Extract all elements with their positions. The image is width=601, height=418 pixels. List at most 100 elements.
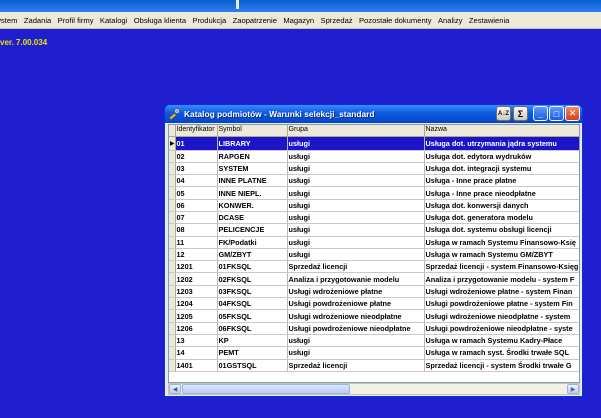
cell-identyfikator[interactable]: 03 bbox=[175, 162, 218, 176]
window-titlebar[interactable]: Katalog podmiotów - Warunki selekcji_sta… bbox=[165, 105, 582, 123]
cell-grupa[interactable]: usługi bbox=[287, 346, 425, 360]
cell-symbol[interactable]: 05FKSQL bbox=[217, 309, 288, 323]
menu-item-obsluga-klienta[interactable]: Obsługa klienta bbox=[131, 16, 190, 25]
table-row[interactable]: 1203 03FKSQL Usługi wdrożeniowe płatne Usłu… bbox=[169, 285, 579, 299]
menu-item-zestawienia[interactable]: Zestawienia bbox=[466, 16, 513, 25]
cell-nazwa[interactable]: Usługa dot. edytora wydruków bbox=[424, 150, 579, 163]
cell-symbol[interactable]: 03FKSQL bbox=[217, 285, 288, 299]
cell-grupa[interactable]: usługi bbox=[287, 186, 425, 200]
close-button[interactable]: ✕ bbox=[565, 106, 580, 121]
table-row[interactable]: 08 PELICENCJE usługi Usługa dot. systemu ob… bbox=[169, 223, 579, 237]
column-header-nazwa[interactable]: Nazwa bbox=[424, 125, 579, 137]
cell-grupa[interactable]: Sprzedaż licencji bbox=[287, 260, 425, 274]
scrollbar-thumb[interactable] bbox=[182, 384, 350, 394]
cell-identyfikator[interactable]: 13 bbox=[175, 334, 218, 348]
cell-symbol[interactable]: DCASE bbox=[217, 211, 288, 225]
cell-grupa[interactable]: usługi bbox=[287, 211, 425, 225]
cell-nazwa[interactable]: Analiza i przygotowanie modelu - system … bbox=[424, 272, 579, 286]
cell-nazwa[interactable]: Usługa dot. systemu obsługi licencji bbox=[424, 223, 579, 237]
cell-identyfikator[interactable]: 12 bbox=[175, 248, 218, 262]
cell-grupa[interactable]: usługi bbox=[287, 136, 425, 151]
menu-item-sprzedaz[interactable]: Sprzedaż bbox=[317, 16, 355, 25]
cell-symbol[interactable]: KP bbox=[217, 334, 288, 348]
cell-nazwa[interactable]: Usługa w ramach Systemu Kadry-Płace bbox=[424, 334, 579, 348]
sum-button[interactable]: Σ bbox=[513, 106, 528, 121]
column-header-symbol[interactable]: Symbol bbox=[217, 125, 288, 137]
cell-identyfikator[interactable]: 1202 bbox=[175, 272, 218, 286]
cell-nazwa[interactable]: Usługi powdrożeniowe nieodpłatne - syste bbox=[424, 322, 579, 335]
cell-identyfikator[interactable]: 1201 bbox=[175, 260, 218, 274]
table-row[interactable]: 13 KP usługi Usługa w ramach Systemu Kadry-… bbox=[169, 334, 579, 348]
cell-grupa[interactable]: Usługi powdrożeniowe płatne bbox=[287, 297, 425, 311]
table-row[interactable]: 1201 01FKSQL Sprzedaż licencji Sprzedaż lic… bbox=[169, 260, 579, 274]
table-row[interactable]: 03 SYSTEM usługi Usługa dot. integracji sys… bbox=[169, 162, 579, 176]
cell-nazwa[interactable]: Sprzedaż licencji - system Finansowo-Ksi… bbox=[424, 260, 579, 274]
cell-symbol[interactable]: LIBRARY bbox=[217, 136, 288, 151]
cell-nazwa[interactable]: Usługi powdrożeniowe płatne - system Fin bbox=[424, 297, 579, 311]
cell-grupa[interactable]: usługi bbox=[287, 162, 425, 176]
cell-grupa[interactable]: usługi bbox=[287, 248, 425, 262]
cell-nazwa[interactable]: Usługa dot. konwersji danych bbox=[424, 199, 579, 212]
cell-grupa[interactable]: Sprzedaż licencji bbox=[287, 359, 425, 372]
column-header-grupa[interactable]: Grupa bbox=[287, 125, 425, 137]
cell-identyfikator[interactable]: 11 bbox=[175, 236, 218, 249]
cell-grupa[interactable]: usługi bbox=[287, 236, 425, 249]
cell-identyfikator[interactable]: 01 bbox=[175, 136, 218, 151]
cell-symbol[interactable]: PEMT bbox=[217, 346, 288, 360]
cell-identyfikator[interactable]: 05 bbox=[175, 186, 218, 200]
cell-grupa[interactable]: usługi bbox=[287, 223, 425, 237]
table-row[interactable]: 1401 01GSTSQL Sprzedaż licencji Sprzedaż li… bbox=[169, 359, 579, 372]
table-row[interactable]: 06 KONWER. usługi Usługa dot. konwersji dan… bbox=[169, 199, 579, 212]
menu-item-profil-firmy[interactable]: Profil firmy bbox=[54, 16, 96, 25]
table-row[interactable]: 1202 02FKSQL Analiza i przygotowanie model… bbox=[169, 272, 579, 286]
cell-grupa[interactable]: usługi bbox=[287, 174, 425, 188]
cell-identyfikator[interactable]: 14 bbox=[175, 346, 218, 360]
cell-symbol[interactable]: 02FKSQL bbox=[217, 272, 288, 286]
maximize-button[interactable]: □ bbox=[549, 106, 564, 121]
cell-grupa[interactable]: usługi bbox=[287, 199, 425, 212]
table-row[interactable]: 12 GM/ZBYT usługi Usługa w ramach Systemu G… bbox=[169, 248, 579, 262]
cell-symbol[interactable]: 06FKSQL bbox=[217, 322, 288, 335]
cell-nazwa[interactable]: Sprzedaż licencji - system Środki trwałe… bbox=[424, 359, 579, 372]
cell-symbol[interactable]: GM/ZBYT bbox=[217, 248, 288, 262]
cell-symbol[interactable]: INNE NIEPL. bbox=[217, 186, 288, 200]
table-row[interactable]: 11 FK/Podatki usługi Usługa w ramach System… bbox=[169, 236, 579, 249]
cell-identyfikator[interactable]: 08 bbox=[175, 223, 218, 237]
cell-grupa[interactable]: Analiza i przygotowanie modelu bbox=[287, 272, 425, 286]
cell-grupa[interactable]: Usługi wdrożeniowe płatne bbox=[287, 285, 425, 299]
table-row[interactable]: ▶ 01 LIBRARY usługi Usługa dot. utrzymania j… bbox=[169, 136, 579, 151]
cell-symbol[interactable]: 04FKSQL bbox=[217, 297, 288, 311]
menu-item-magazyn[interactable]: Magazyn bbox=[280, 16, 317, 25]
cell-symbol[interactable]: SYSTEM bbox=[217, 162, 288, 176]
scroll-left-button[interactable]: ◀ bbox=[169, 384, 181, 394]
horizontal-scrollbar[interactable]: ◀ ▶ bbox=[168, 383, 580, 395]
cell-grupa[interactable]: usługi bbox=[287, 150, 425, 163]
menu-item-pozostale-dokumenty[interactable]: Pozostałe dokumenty bbox=[356, 16, 435, 25]
cell-identyfikator[interactable]: 02 bbox=[175, 150, 218, 163]
minimize-button[interactable]: _ bbox=[533, 106, 548, 121]
table-row[interactable]: 1204 04FKSQL Usługi powdrożeniowe płatne Us… bbox=[169, 297, 579, 311]
cell-symbol[interactable]: KONWER. bbox=[217, 199, 288, 212]
cell-nazwa[interactable]: Usługa w ramach syst. Środki trwałe SQL bbox=[424, 346, 579, 360]
table-row[interactable]: 02 RAPGEN usługi Usługa dot. edytora wydruk… bbox=[169, 150, 579, 163]
cell-identyfikator[interactable]: 1401 bbox=[175, 359, 218, 372]
cell-symbol[interactable]: RAPGEN bbox=[217, 150, 288, 163]
scroll-right-button[interactable]: ▶ bbox=[567, 384, 579, 394]
cell-nazwa[interactable]: Usługa dot. utrzymania jądra systemu bbox=[424, 136, 579, 151]
cell-identyfikator[interactable]: 07 bbox=[175, 211, 218, 225]
cell-grupa[interactable]: Usługi wdrożeniowe nieodpłatne bbox=[287, 309, 425, 323]
cell-nazwa[interactable]: Usługi wdrożeniowe nieodpłatne - system bbox=[424, 309, 579, 323]
menu-item-system[interactable]: ystem bbox=[0, 16, 21, 25]
cell-nazwa[interactable]: Usługa dot. integracji systemu bbox=[424, 162, 579, 176]
menu-item-katalogi[interactable]: Katalogi bbox=[97, 16, 131, 25]
cell-identyfikator[interactable]: 1203 bbox=[175, 285, 218, 299]
table-row[interactable]: 14 PEMT usługi Usługa w ramach syst. Środki… bbox=[169, 346, 579, 360]
cell-identyfikator[interactable]: 1206 bbox=[175, 322, 218, 335]
menu-item-zaopatrzenie[interactable]: Zaopatrzenie bbox=[229, 16, 280, 25]
cell-nazwa[interactable]: Usługi wdrożeniowe płatne - system Finan bbox=[424, 285, 579, 299]
cell-nazwa[interactable]: Usługa - Inne prace nieodpłatne bbox=[424, 186, 579, 200]
cell-nazwa[interactable]: Usługa w ramach Systemu GM/ZBYT bbox=[424, 248, 579, 262]
cell-nazwa[interactable]: Usługa w ramach Systemu Finansowo-Księ bbox=[424, 236, 579, 249]
cell-symbol[interactable]: 01GSTSQL bbox=[217, 359, 288, 372]
table-row[interactable]: 1205 05FKSQL Usługi wdrożeniowe nieodpłatn… bbox=[169, 309, 579, 323]
